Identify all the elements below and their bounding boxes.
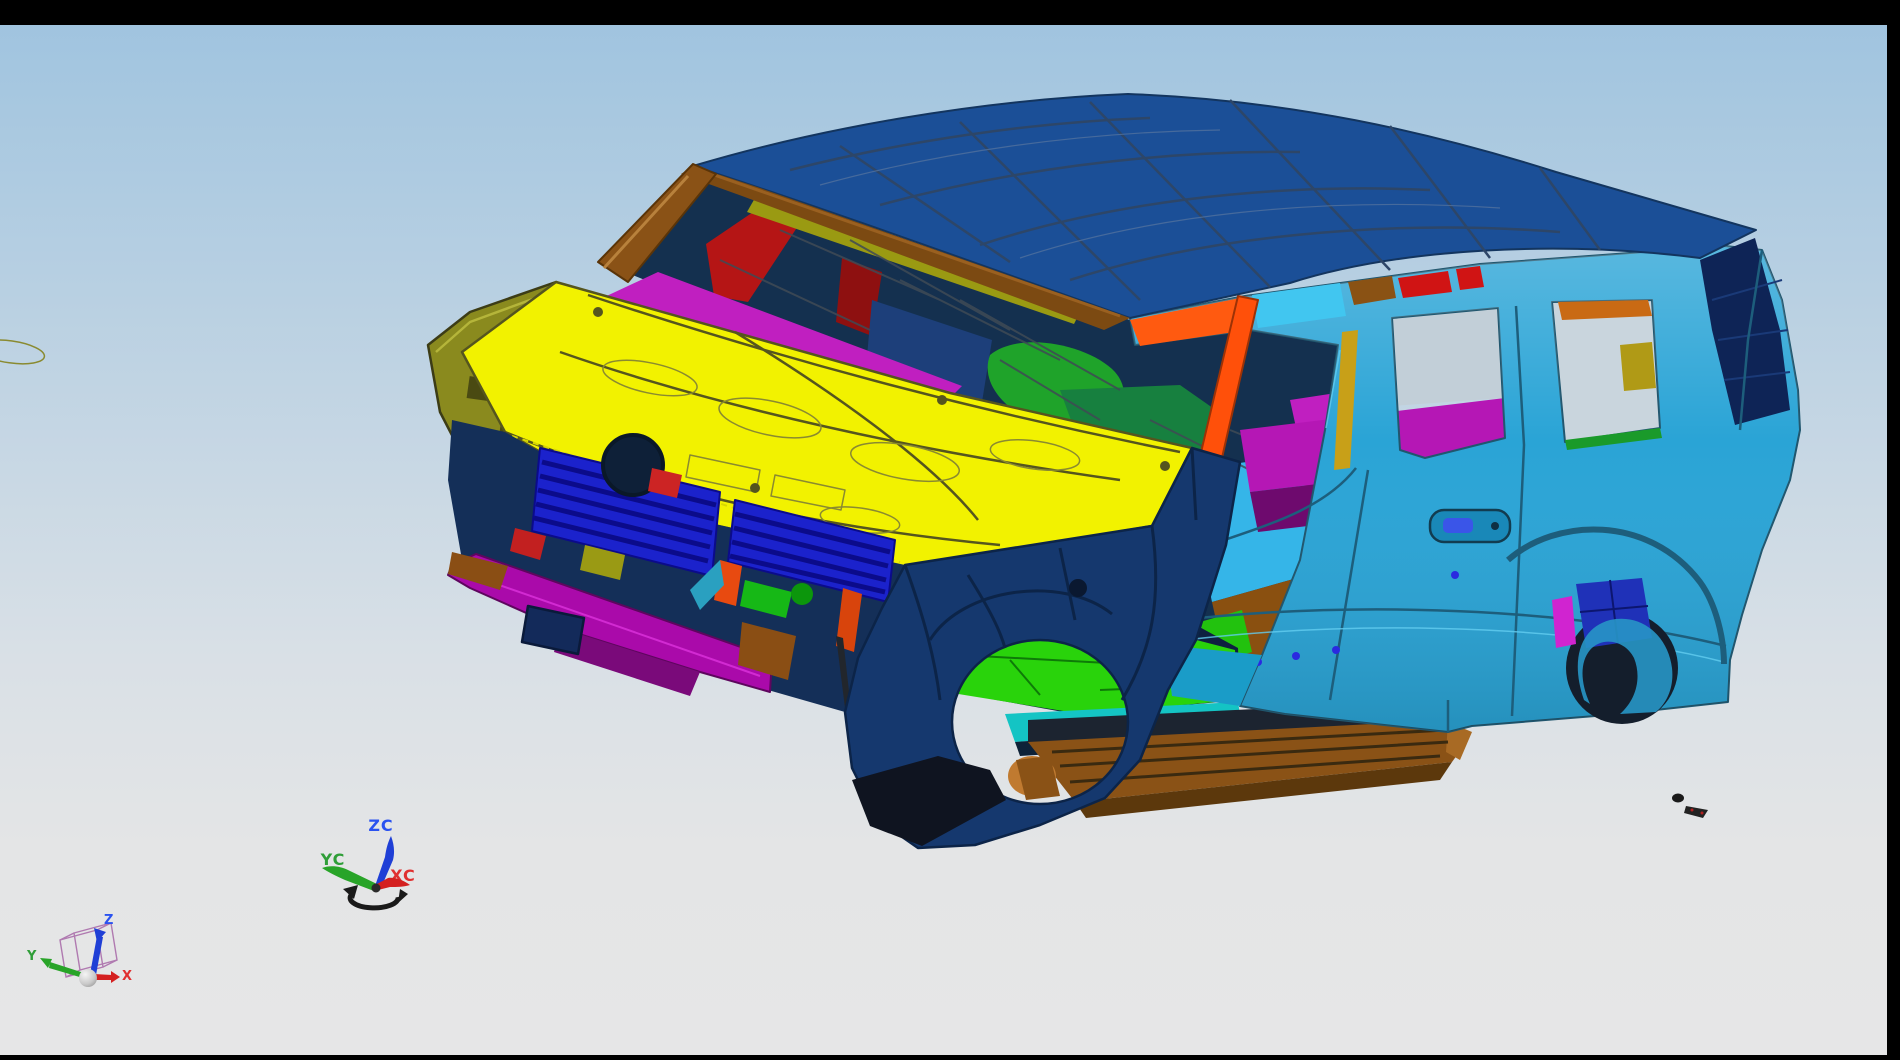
window-bottom-strip [0,1055,1900,1060]
orientation-ball[interactable] [79,969,97,987]
door-handle[interactable] [1430,510,1510,542]
window-top-bar [0,0,1900,25]
window-right-strip [1887,0,1900,1060]
view-z-label[interactable]: Z [104,913,113,928]
view-x-label[interactable]: X [122,969,132,984]
view-y-label[interactable]: Y [26,949,37,964]
graphics-viewport[interactable]: ZC YC XC Z Y X [0,0,1900,1060]
wcs-z-label[interactable]: ZC [368,816,393,835]
cad-application-window: ZC YC XC Z Y X [0,0,1900,1060]
wcs-y-label[interactable]: YC [320,850,346,869]
